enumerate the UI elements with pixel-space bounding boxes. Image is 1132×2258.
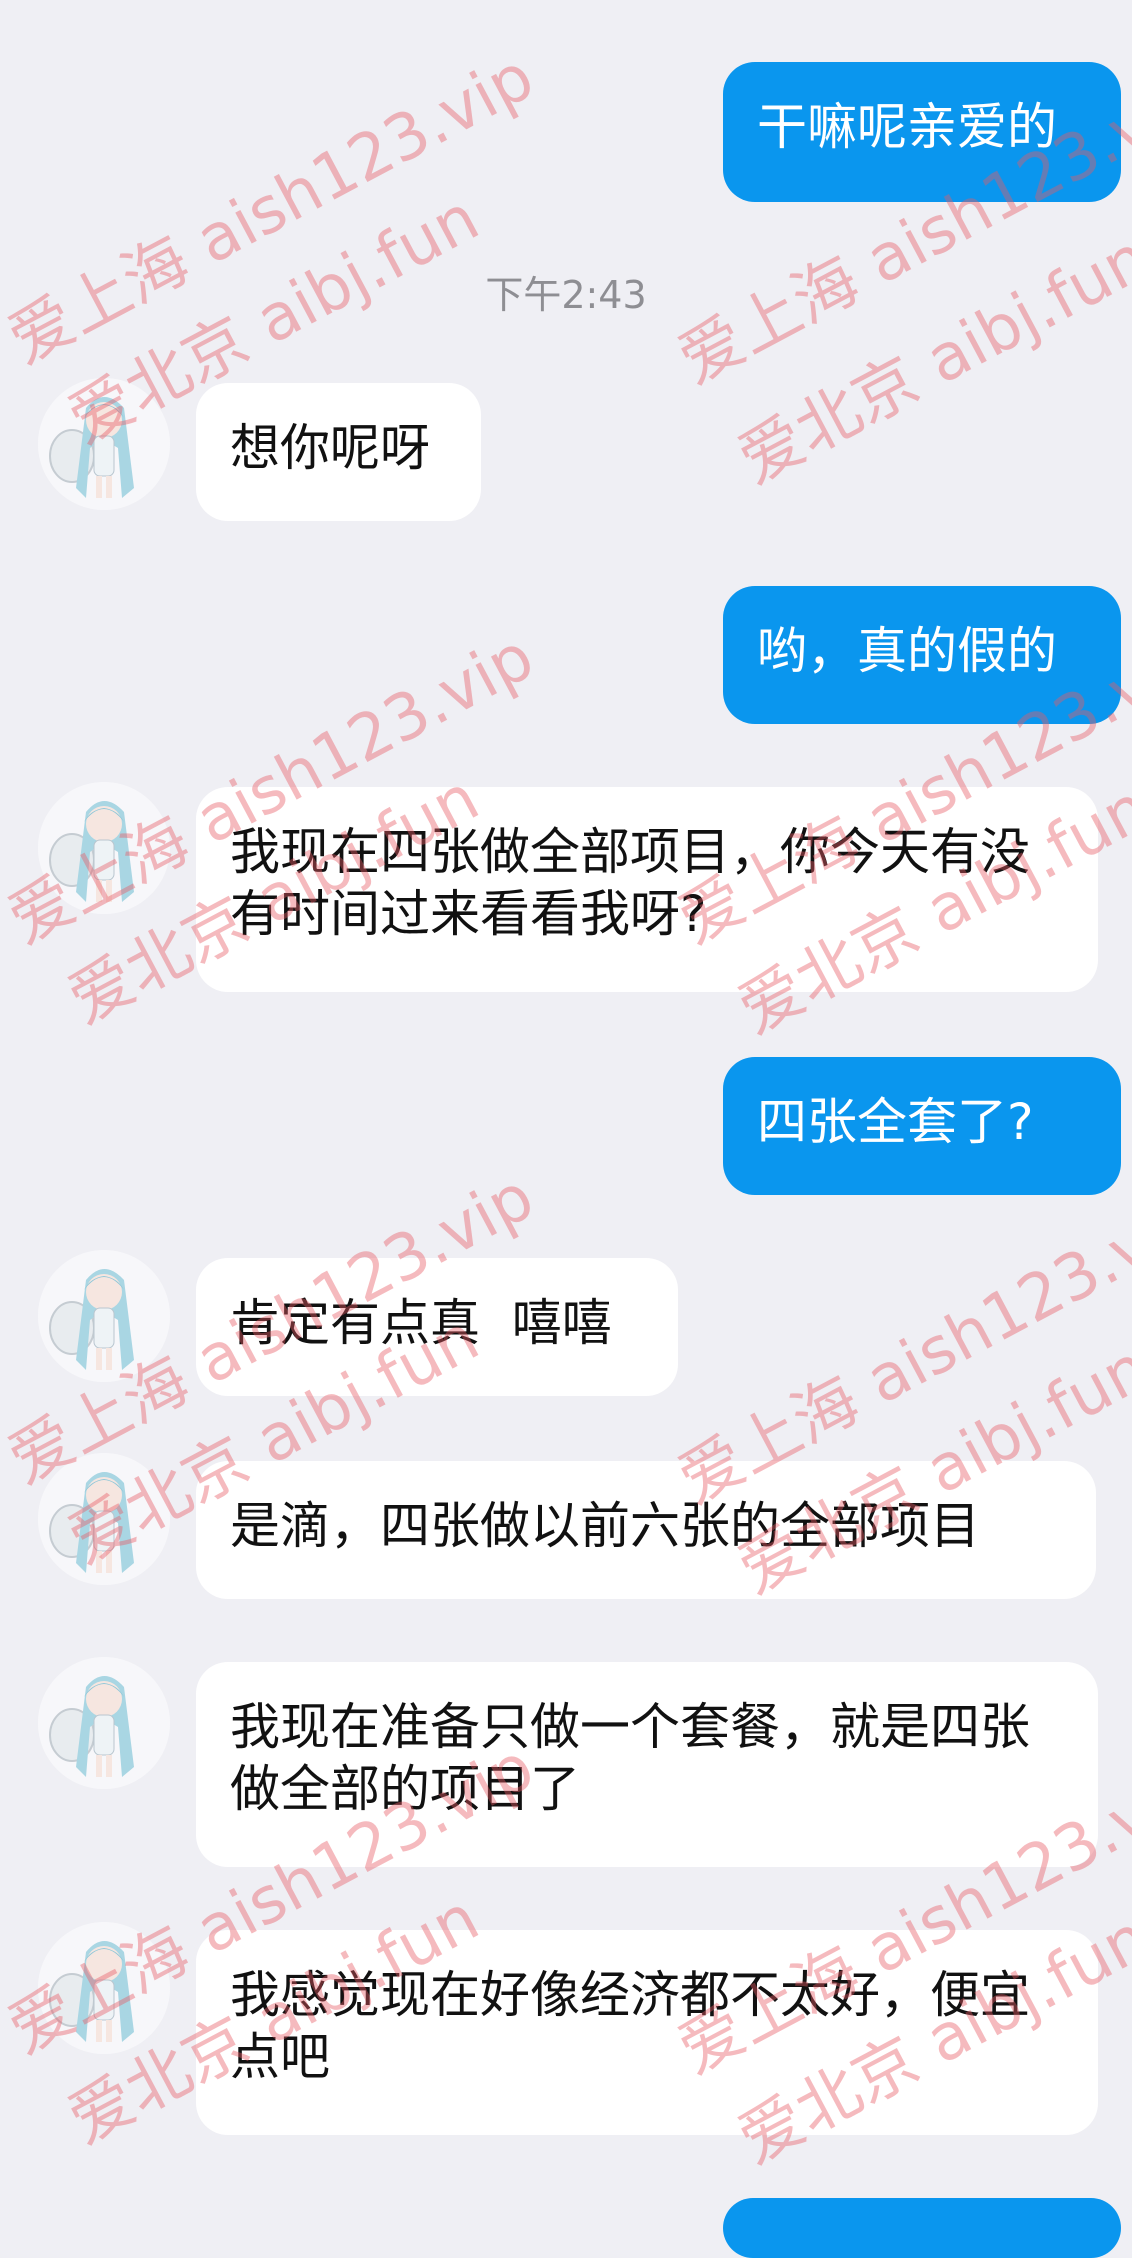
contact-avatar[interactable] bbox=[38, 782, 170, 914]
anime-girl-avatar-icon bbox=[38, 782, 170, 914]
anime-girl-avatar-icon bbox=[38, 1657, 170, 1789]
anime-girl-avatar-icon bbox=[38, 1453, 170, 1585]
incoming-message[interactable]: 是滴，四张做以前六张的全部项目 bbox=[196, 1461, 1096, 1599]
contact-avatar[interactable] bbox=[38, 1922, 170, 2054]
contact-avatar[interactable] bbox=[38, 1453, 170, 1585]
anime-girl-avatar-icon bbox=[38, 1250, 170, 1382]
anime-girl-avatar-icon bbox=[38, 1922, 170, 2054]
incoming-message[interactable]: 想你呢呀 bbox=[196, 383, 481, 521]
contact-avatar[interactable] bbox=[38, 378, 170, 510]
message-timestamp: 下午2:43 bbox=[485, 273, 647, 317]
chat-window: 干嘛呢亲爱的 下午2:43 想你呢呀 哟，真的假的 我现在四张做全部项目，你今天… bbox=[0, 0, 1132, 2258]
contact-avatar[interactable] bbox=[38, 1250, 170, 1382]
contact-avatar[interactable] bbox=[38, 1657, 170, 1789]
outgoing-message[interactable]: 干嘛呢亲爱的 bbox=[723, 62, 1121, 202]
incoming-message[interactable]: 我现在准备只做一个套餐，就是四张做全部的项目了 bbox=[196, 1662, 1098, 1867]
outgoing-message[interactable]: 四张全套了? bbox=[723, 1057, 1121, 1195]
outgoing-message[interactable]: 哟，真的假的 bbox=[723, 586, 1121, 724]
outgoing-message-partial[interactable] bbox=[723, 2198, 1121, 2258]
incoming-message[interactable]: 我感觉现在好像经济都不太好，便宜点吧 bbox=[196, 1930, 1098, 2135]
incoming-message[interactable]: 肯定有点真 嘻嘻 bbox=[196, 1258, 678, 1396]
anime-girl-avatar-icon bbox=[38, 378, 170, 510]
incoming-message[interactable]: 我现在四张做全部项目，你今天有没有时间过来看看我呀? bbox=[196, 787, 1098, 992]
